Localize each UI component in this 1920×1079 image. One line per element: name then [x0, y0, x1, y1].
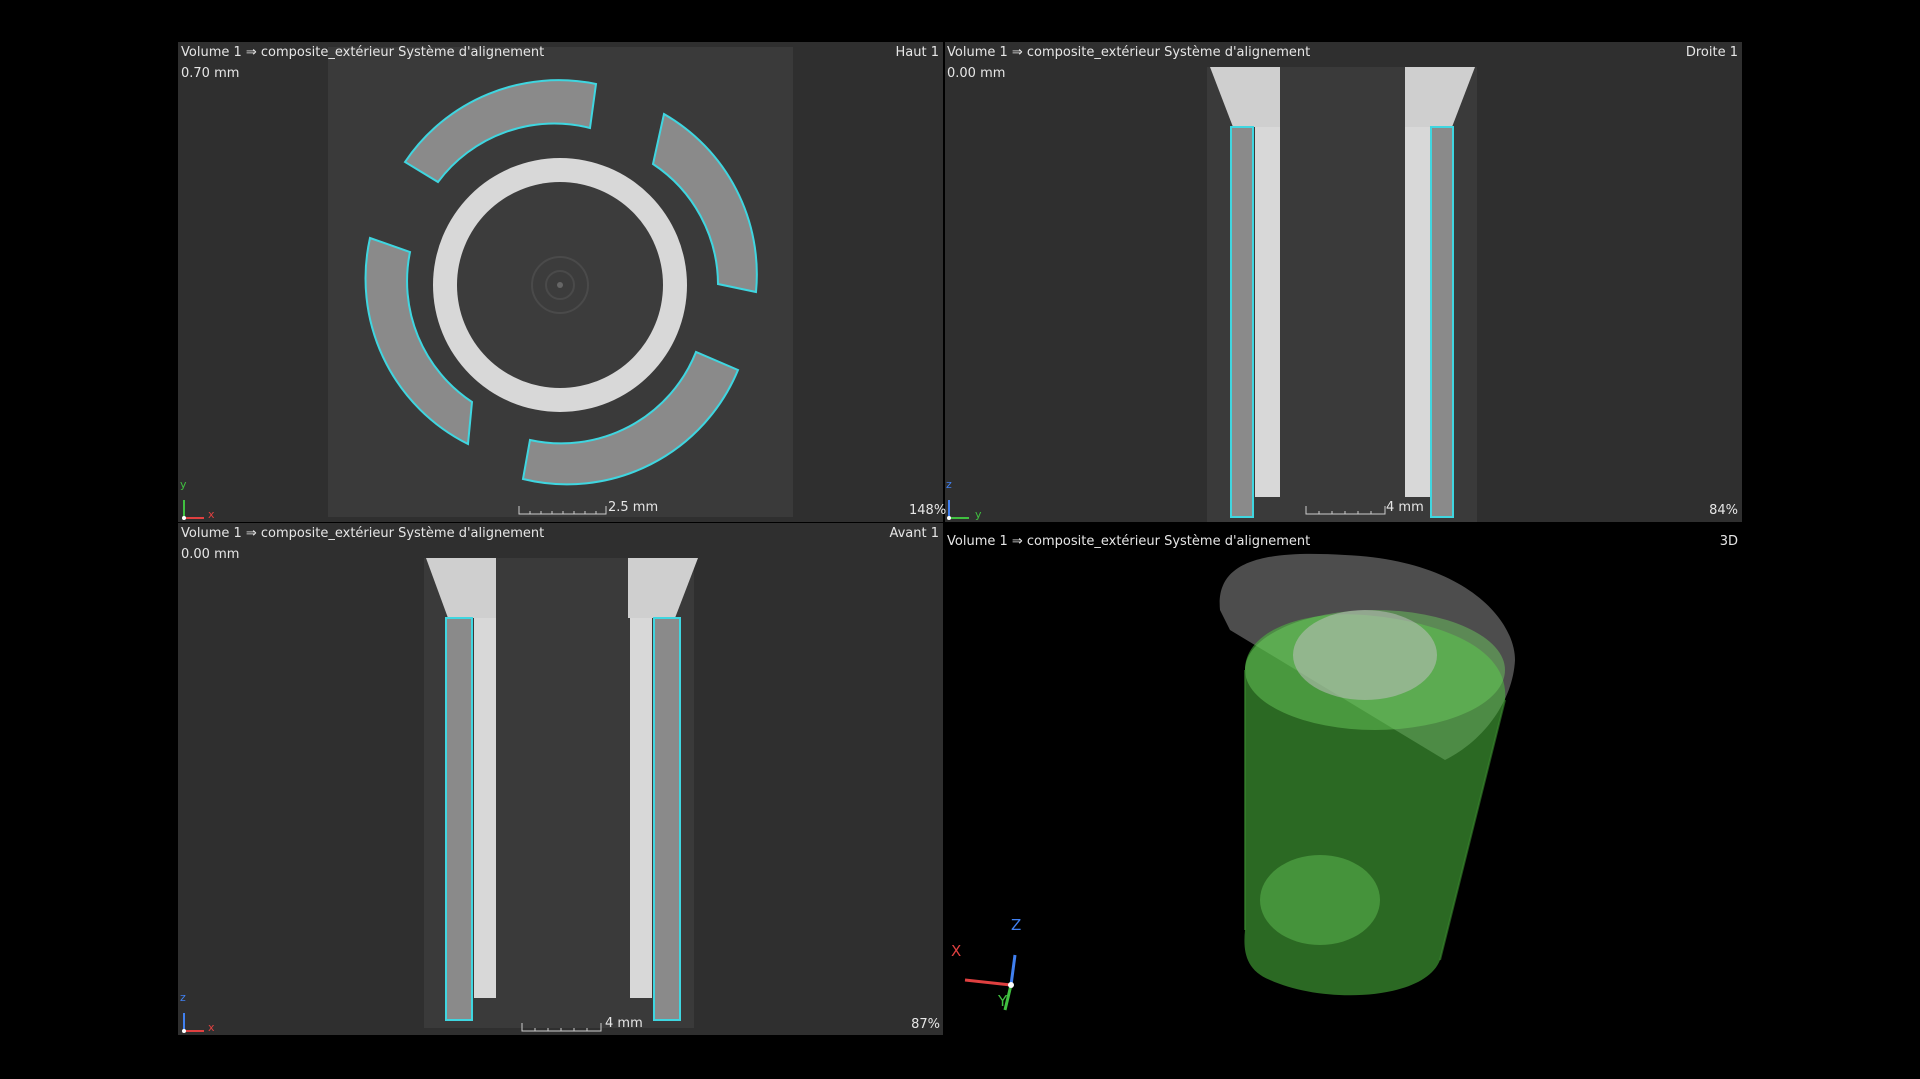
- slice-position: 0.00 mm: [181, 547, 240, 562]
- viewport-3d[interactable]: Volume 1 ⇒ composite_extérieur Système d…: [945, 530, 1742, 1030]
- viewport-title: Volume 1 ⇒ composite_extérieur Système d…: [947, 534, 1311, 549]
- viewport-name: 3D: [1719, 534, 1738, 549]
- viewport-title: Volume 1 ⇒ composite_extérieur Système d…: [947, 45, 1311, 60]
- axis-v-label: y: [180, 478, 187, 491]
- scale-label: 4 mm: [1386, 500, 1424, 515]
- viewport-name: Droite 1: [1685, 45, 1738, 60]
- axis-gizmo-3d: [945, 920, 1035, 1020]
- axis-h-label: x: [208, 1021, 215, 1034]
- scale-bar: [1305, 504, 1387, 516]
- scale-label: 2.5 mm: [608, 500, 659, 515]
- zoom-level: 87%: [911, 1017, 940, 1032]
- ct-slice-right: [1207, 67, 1477, 522]
- viewport-title: Volume 1 ⇒ composite_extérieur Système d…: [181, 45, 545, 60]
- zoom-level-top: 148%: [909, 503, 947, 518]
- scale-label: 4 mm: [605, 1016, 643, 1031]
- axis-v-label: z: [946, 478, 952, 491]
- ct-slice-front: [424, 558, 698, 1028]
- ct-slice-top: [328, 47, 793, 517]
- viewport-title: Volume 1 ⇒ composite_extérieur Système d…: [181, 526, 545, 541]
- axis-h-label: x: [208, 508, 215, 521]
- viewport-top[interactable]: Volume 1 ⇒ composite_extérieur Système d…: [178, 42, 943, 522]
- slice-position: 0.00 mm: [947, 66, 1006, 81]
- render-3d: [1219, 553, 1515, 996]
- slice-position: 0.70 mm: [181, 66, 240, 81]
- viewport-front[interactable]: Volume 1 ⇒ composite_extérieur Système d…: [178, 523, 943, 1035]
- axis-z-label: Z: [1011, 916, 1022, 934]
- viewport-right[interactable]: Volume 1 ⇒ composite_extérieur Système d…: [945, 42, 1742, 522]
- viewport-name: Haut 1: [895, 45, 939, 60]
- axis-x-label: X: [951, 942, 962, 960]
- scale-bar: [518, 504, 608, 516]
- zoom-level: 84%: [1709, 503, 1738, 518]
- scale-bar: [521, 1021, 603, 1033]
- viewport-name: Avant 1: [889, 526, 939, 541]
- axis-h-label: y: [975, 508, 982, 521]
- axis-y-label: Y: [998, 992, 1008, 1010]
- axis-v-label: z: [180, 991, 186, 1004]
